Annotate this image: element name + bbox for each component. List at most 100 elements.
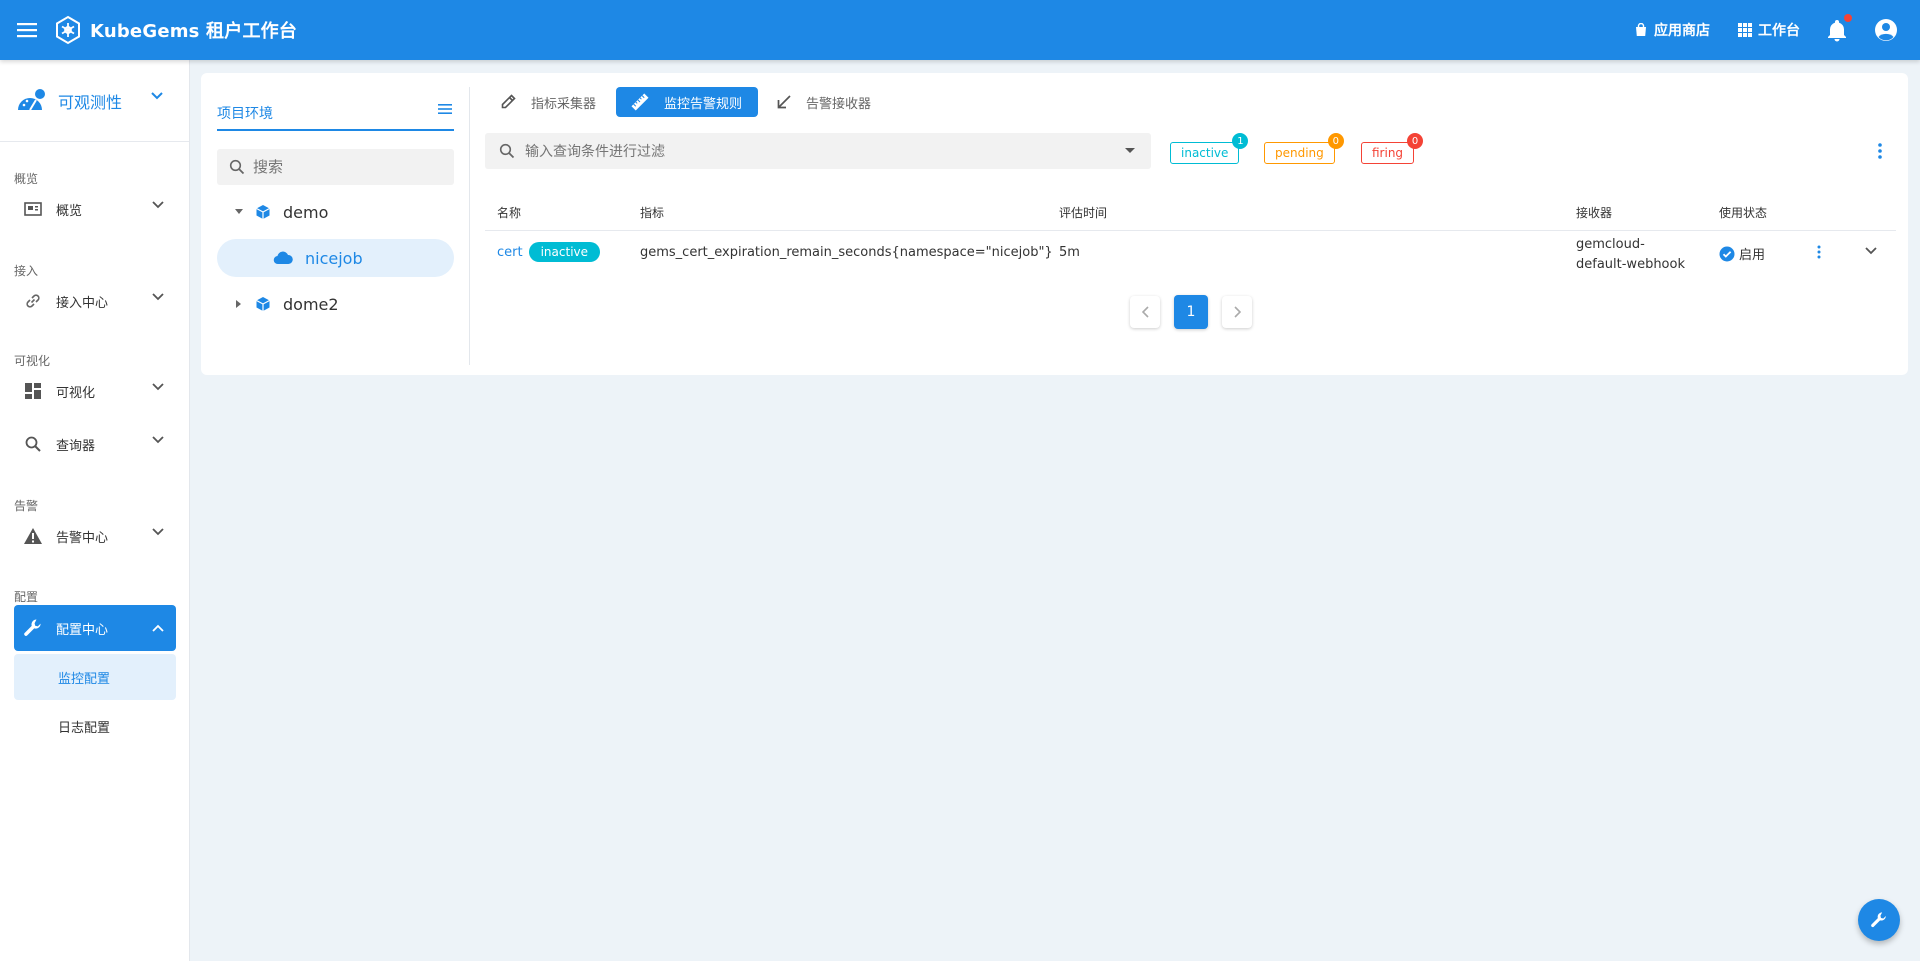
sidebar-item-label: 告警中心 — [56, 530, 109, 546]
user-avatar-icon[interactable] — [1874, 18, 1898, 42]
chevron-down-icon — [151, 92, 163, 100]
page-number-button[interactable]: 1 — [1174, 295, 1208, 329]
chevron-down-icon — [152, 383, 164, 391]
pen-icon — [499, 93, 517, 111]
sidebar-item-overview[interactable]: 概览 — [14, 187, 176, 231]
rule-status-label: 启用 — [1739, 248, 1766, 263]
sidebar-subitem-monitor-config[interactable]: 监控配置 — [14, 654, 176, 700]
tree-node-dome2[interactable]: dome2 — [217, 285, 454, 323]
next-page-button[interactable] — [1222, 296, 1252, 328]
rule-receiver: gemcloud- default-webhook — [1576, 235, 1685, 275]
state-label: pending — [1275, 146, 1324, 160]
tab-alert-rules[interactable]: 监控告警规则 — [616, 87, 759, 117]
env-search-box — [217, 149, 454, 185]
tree-node-label: dome2 — [283, 294, 339, 314]
env-search-input[interactable] — [253, 158, 443, 176]
caret-down-icon[interactable] — [231, 209, 247, 215]
chevron-down-icon — [152, 201, 164, 209]
env-tree-header: 项目环境 — [217, 99, 454, 131]
workspace-link[interactable]: 工作台 — [1738, 20, 1800, 40]
tab-alert-receiver[interactable]: 告警接收器 — [762, 87, 887, 117]
column-header-name: 名称 — [497, 206, 522, 220]
notification-bell-icon[interactable] — [1826, 14, 1852, 42]
app-store-label: 应用商店 — [1654, 23, 1710, 39]
kubegems-logo-icon — [52, 14, 84, 46]
state-label: firing — [1372, 146, 1404, 160]
state-filter-pending[interactable]: pending 0 — [1264, 133, 1344, 164]
chevron-left-icon — [1141, 306, 1149, 318]
section-alert-title: 告警 — [14, 499, 39, 513]
link-icon — [22, 290, 44, 312]
expand-chevron-icon[interactable] — [1865, 247, 1877, 255]
tree-node-demo[interactable]: demo — [217, 193, 454, 231]
shopping-bag-icon — [1636, 23, 1646, 36]
state-filter-inactive[interactable]: inactive 1 — [1170, 133, 1249, 164]
state-label: inactive — [1181, 146, 1229, 160]
ruler-icon — [630, 92, 650, 112]
sidebar-item-label: 配置中心 — [56, 622, 109, 638]
tree-node-nicejob[interactable]: nicejob — [217, 239, 454, 277]
rule-eval-time: 5m — [1059, 245, 1080, 260]
dashboard-grid-icon — [22, 380, 44, 402]
rule-metric: gems_cert_expiration_remain_seconds{name… — [640, 245, 1053, 260]
sidebar-item-label: 概览 — [56, 203, 83, 219]
warning-triangle-icon — [22, 525, 44, 547]
menu-icon[interactable] — [14, 17, 40, 43]
sidebar-item-access-center[interactable]: 接入中心 — [14, 279, 176, 323]
more-vert-icon[interactable] — [1878, 143, 1882, 159]
dashboard-card-icon — [22, 198, 44, 220]
sidebar-item-label: 查询器 — [56, 438, 96, 454]
chevron-up-icon — [152, 624, 164, 632]
wrench-icon — [22, 617, 44, 639]
prev-page-button[interactable] — [1130, 296, 1160, 328]
search-icon — [22, 433, 44, 455]
filter-input[interactable] — [525, 143, 1105, 159]
rule-receiver-line2: default-webhook — [1576, 257, 1685, 272]
apps-grid-icon — [1738, 23, 1752, 37]
rule-name-link[interactable]: cert — [497, 245, 523, 260]
tab-metric-collector[interactable]: 指标采集器 — [485, 87, 612, 117]
brand-title: KubeGems 租户工作台 — [90, 21, 298, 42]
sidebar-item-config-center[interactable]: 配置中心 — [14, 605, 176, 651]
list-menu-icon[interactable] — [438, 103, 452, 115]
app-store-link[interactable]: 应用商店 — [1634, 20, 1710, 40]
tab-label: 指标采集器 — [531, 96, 597, 112]
tree-node-label: nicejob — [305, 248, 363, 268]
search-icon — [229, 159, 245, 175]
settings-fab-button[interactable] — [1858, 899, 1900, 941]
project-selector[interactable]: 可观测性 — [0, 60, 189, 142]
namespace-cube-icon — [256, 205, 270, 219]
chevron-down-icon — [152, 528, 164, 536]
column-header-receiver: 接收器 — [1576, 206, 1613, 220]
state-count-badge: 1 — [1232, 133, 1249, 149]
wrench-icon — [1871, 912, 1886, 928]
sidebar-item-visualize[interactable]: 可视化 — [14, 369, 176, 413]
caret-right-icon[interactable] — [231, 299, 247, 309]
column-header-metric: 指标 — [640, 206, 665, 220]
section-config-title: 配置 — [14, 590, 39, 604]
search-icon — [499, 143, 515, 159]
cloud-icon — [273, 251, 293, 265]
sidebar-subitem-log-config[interactable]: 日志配置 — [14, 703, 176, 749]
tree-node-label: demo — [283, 202, 329, 222]
state-filter-firing[interactable]: firing 0 — [1361, 133, 1424, 164]
sidebar-item-query[interactable]: 查询器 — [14, 422, 176, 466]
dropdown-arrow-icon[interactable] — [1125, 148, 1135, 154]
rule-receiver-line1: gemcloud- — [1576, 237, 1645, 252]
filter-box — [485, 133, 1151, 169]
column-header-status: 使用状态 — [1719, 206, 1768, 220]
state-count-badge: 0 — [1327, 133, 1344, 149]
panel-divider — [469, 87, 470, 365]
row-more-vert-icon[interactable] — [1817, 245, 1821, 259]
sidebar-item-alert-center[interactable]: 告警中心 — [14, 514, 176, 558]
section-visual-title: 可视化 — [14, 354, 51, 368]
section-overview-title: 概览 — [14, 172, 39, 186]
table-row: cert inactive gems_cert_expiration_remai… — [485, 231, 1896, 277]
rule-state-badge: inactive — [528, 242, 601, 262]
env-tree-panel: 项目环境 demo nicejob dome2 — [217, 73, 454, 375]
chevron-down-icon — [152, 436, 164, 444]
tab-label: 监控告警规则 — [664, 96, 743, 112]
check-circle-icon — [1719, 246, 1735, 261]
table-header: 名称 指标 评估时间 接收器 使用状态 — [485, 188, 1896, 231]
sidebar-item-label: 可视化 — [56, 385, 96, 401]
